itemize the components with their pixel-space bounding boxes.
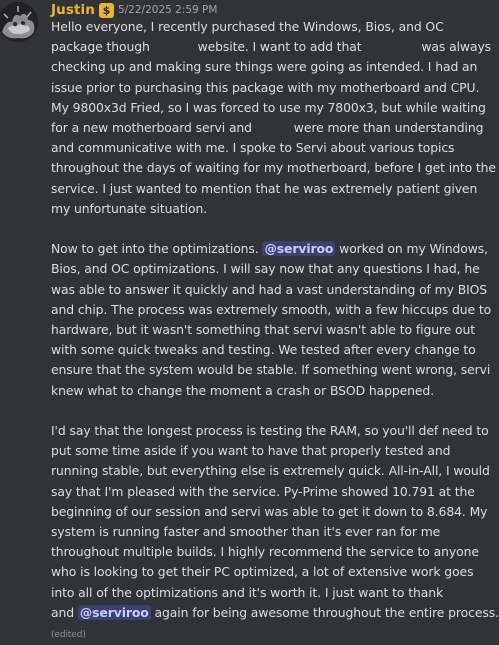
text-segment: worked on my Windows, Bios, and OC optim… [51,241,492,398]
paragraph-2: Now to get into the optimizations. @serv… [51,239,499,401]
text-segment: and [51,604,75,620]
edited-label: (edited) [51,630,86,641]
text-segment: website. I want to add that [197,39,362,55]
message-content: Hello everyone, I recently purchased the… [51,17,499,645]
user-mention[interactable]: @serviroo [262,241,336,257]
paragraph-3: I'd say that the longest process is test… [51,421,499,645]
text-segment: again for being awesome throughout the e… [154,604,499,620]
user-mention[interactable]: @serviroo [77,604,151,620]
text-segment: I'd say that the longest process is test… [51,423,490,600]
paragraph-1: Hello everyone, I recently purchased the… [51,17,499,219]
chat-message: Justin $ 5/22/2025 2:59 PM Hello everyon… [0,0,499,640]
timestamp: 5/22/2025 2:59 PM [117,4,218,16]
dollar-badge-icon[interactable]: $ [98,2,114,18]
avatar-icon[interactable] [0,2,38,42]
username[interactable]: Justin [51,2,95,18]
text-segment: Now to get into the optimizations. [51,241,259,257]
